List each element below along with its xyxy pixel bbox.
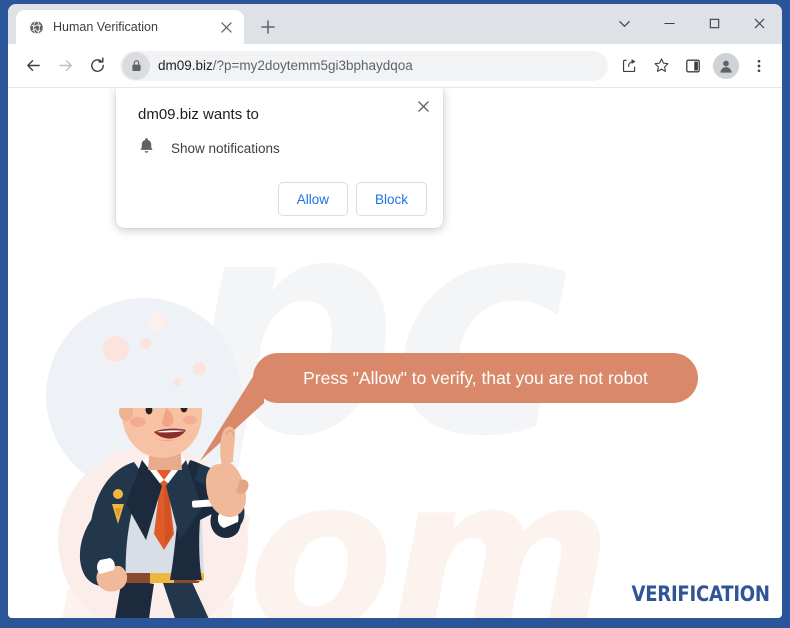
- dialog-title: dm09.biz wants to: [138, 106, 259, 123]
- globe-icon: [28, 19, 44, 35]
- decorative-dot: [173, 378, 181, 386]
- speech-bubble-text: Press "Allow" to verify, that you are no…: [303, 367, 648, 388]
- browser-window: Human Verification dm09.biz/?p=my2doytem…: [8, 4, 782, 618]
- browser-toolbar: dm09.biz/?p=my2doytemm5gi3bphaydqoa: [8, 44, 782, 88]
- lock-icon[interactable]: [122, 51, 150, 80]
- page-viewport: pc .com Press "Allow" to verify, that yo…: [8, 88, 782, 618]
- three-dot-menu-icon[interactable]: [744, 51, 774, 81]
- desktop-window-frame: Human Verification dm09.biz/?p=my2doytem…: [0, 0, 790, 628]
- decorative-dot: [148, 313, 166, 331]
- tab-close-icon[interactable]: [216, 17, 236, 37]
- bell-icon: [138, 137, 155, 160]
- verification-logo: VERIFICATION: [631, 582, 771, 606]
- decorative-dot: [103, 336, 129, 362]
- dialog-actions: Allow Block: [138, 182, 427, 216]
- toolbar-actions: [614, 51, 774, 81]
- dialog-permission-row: Show notifications: [138, 137, 427, 160]
- maximize-button[interactable]: [692, 4, 737, 42]
- browser-tab-human-verification[interactable]: Human Verification: [16, 10, 244, 44]
- close-button[interactable]: [737, 4, 782, 42]
- side-panel-icon[interactable]: [678, 51, 708, 81]
- block-button[interactable]: Block: [355, 182, 427, 216]
- profile-avatar-icon[interactable]: [713, 52, 739, 79]
- speech-bubble-body: Press "Allow" to verify, that you are no…: [253, 353, 698, 403]
- tab-title: Human Verification: [53, 20, 158, 34]
- reload-button[interactable]: [82, 51, 112, 81]
- url-path: /?p=my2doytemm5gi3bphaydqoa: [212, 58, 413, 73]
- window-controls: [602, 4, 782, 42]
- decorative-dot: [140, 338, 151, 349]
- minimize-button[interactable]: [647, 4, 692, 42]
- new-tab-button[interactable]: [254, 13, 282, 41]
- address-bar[interactable]: dm09.biz/?p=my2doytemm5gi3bphaydqoa: [120, 50, 608, 81]
- share-icon[interactable]: [614, 51, 644, 81]
- cartoon-businessman-illustration: [50, 346, 280, 618]
- back-button[interactable]: [18, 51, 48, 81]
- dialog-permission-label: Show notifications: [171, 141, 280, 156]
- tab-search-button[interactable]: [602, 4, 647, 42]
- bookmark-star-icon[interactable]: [646, 51, 676, 81]
- allow-button[interactable]: Allow: [277, 182, 348, 216]
- address-bar-url: dm09.biz/?p=my2doytemm5gi3bphaydqoa: [150, 58, 602, 73]
- dialog-close-icon[interactable]: [411, 94, 435, 118]
- notification-permission-dialog: dm09.biz wants to Show notifications All…: [116, 88, 443, 228]
- url-host: dm09.biz: [158, 58, 213, 73]
- forward-button: [50, 51, 80, 81]
- tab-strip: Human Verification: [8, 4, 782, 44]
